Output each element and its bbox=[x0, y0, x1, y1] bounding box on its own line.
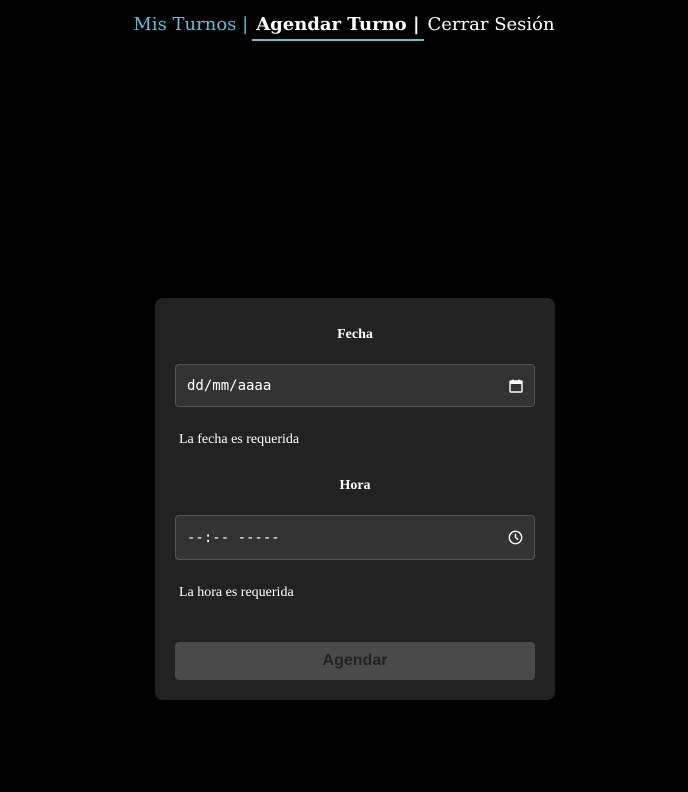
hora-input[interactable]: --:-- ----- bbox=[175, 515, 535, 560]
fecha-input-value: dd/mm/aaaa bbox=[187, 377, 272, 394]
hora-error: La hora es requerida bbox=[179, 585, 294, 600]
nav-cerrar-sesion[interactable]: Cerrar Sesión bbox=[424, 14, 559, 39]
fecha-error: La fecha es requerida bbox=[179, 432, 300, 447]
hora-input-value: --:-- ----- bbox=[187, 529, 280, 546]
fecha-input[interactable]: dd/mm/aaaa bbox=[175, 364, 535, 407]
top-navigation: Mis Turnos | Agendar Turno | Cerrar Sesi… bbox=[0, 14, 688, 41]
hora-label: Hora bbox=[339, 478, 371, 493]
agendar-button[interactable]: Agendar bbox=[175, 642, 535, 680]
fecha-label: Fecha bbox=[337, 327, 373, 342]
nav-mis-turnos[interactable]: Mis Turnos | bbox=[129, 14, 252, 39]
calendar-icon[interactable] bbox=[508, 378, 523, 393]
appointment-form-card: Fecha dd/mm/aaaa La fecha es requerida H… bbox=[155, 298, 555, 700]
clock-icon[interactable] bbox=[508, 530, 523, 545]
nav-agendar-turno[interactable]: Agendar Turno | bbox=[252, 14, 424, 41]
